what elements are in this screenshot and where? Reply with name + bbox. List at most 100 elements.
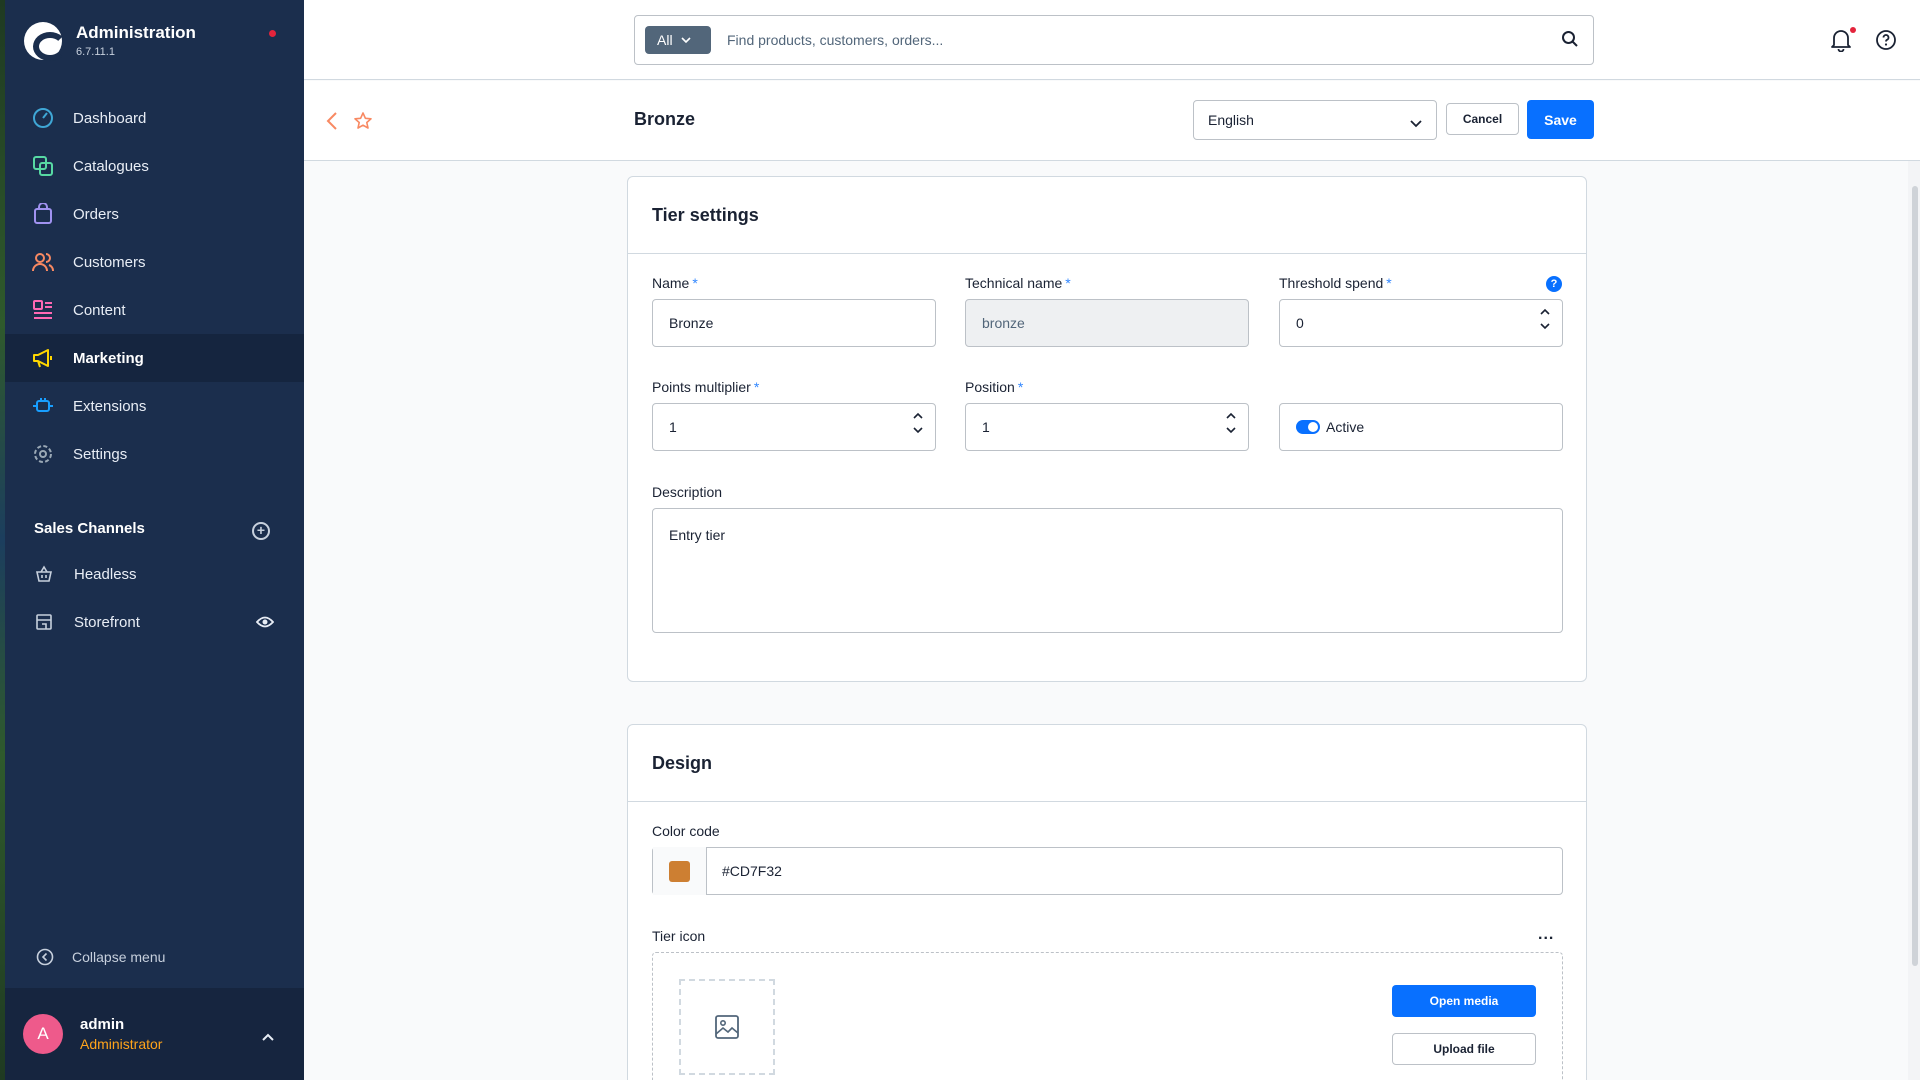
bell-icon[interactable] xyxy=(1830,28,1852,57)
save-button[interactable]: Save xyxy=(1527,100,1594,139)
chevron-down-icon xyxy=(680,37,691,43)
back-arrow-icon[interactable] xyxy=(326,112,338,135)
color-swatch xyxy=(669,860,690,882)
page-title: Bronze xyxy=(634,109,696,129)
technical-value: bronze xyxy=(982,315,1025,331)
technical-name-field[interactable]: bronze xyxy=(965,299,1249,347)
name-field[interactable]: Bronze xyxy=(652,299,936,347)
main-nav: Dashboard Catalogues Orders Customers Co… xyxy=(5,94,304,478)
number-stepper[interactable] xyxy=(1540,308,1550,330)
upload-file-button[interactable]: Upload file xyxy=(1392,1033,1536,1065)
scrollbar-thumb[interactable] xyxy=(1912,186,1918,966)
avatar: A xyxy=(23,1014,63,1054)
technical-label-text: Technical name xyxy=(965,275,1063,291)
chevron-down-icon[interactable] xyxy=(913,427,923,434)
help-icon[interactable] xyxy=(1875,29,1897,56)
sidebar-item-customers[interactable]: Customers xyxy=(5,238,304,286)
number-stepper[interactable] xyxy=(913,412,923,434)
description-value: Entry tier xyxy=(669,527,726,543)
color-picker-trigger[interactable] xyxy=(653,847,707,895)
sidebar-item-catalogues[interactable]: Catalogues xyxy=(5,142,304,190)
card-title: Design xyxy=(628,725,1586,802)
sidebar-item-label: Extensions xyxy=(73,397,147,415)
chevron-up-icon[interactable] xyxy=(262,1028,274,1046)
search-input[interactable]: Find products, customers, orders... xyxy=(727,32,1593,48)
sales-channel-headless[interactable]: Headless xyxy=(5,550,304,598)
tier-settings-card: Tier settings Name * Bronze Technical nam… xyxy=(627,176,1587,682)
chevron-down-icon[interactable] xyxy=(1226,427,1236,434)
language-value: English xyxy=(1208,112,1254,128)
favorite-star-icon[interactable] xyxy=(353,111,373,136)
eye-icon[interactable] xyxy=(255,615,275,633)
app-title: Administration xyxy=(76,23,196,42)
orders-icon xyxy=(32,203,54,225)
sales-channels-title: Sales Channels xyxy=(34,520,145,537)
sidebar-item-content[interactable]: Content xyxy=(5,286,304,334)
position-field[interactable]: 1 xyxy=(965,403,1249,451)
points-multiplier-field[interactable]: 1 xyxy=(652,403,936,451)
chevron-up-icon[interactable] xyxy=(1540,308,1550,315)
shopware-logo xyxy=(24,22,67,61)
sales-channel-storefront[interactable]: Storefront xyxy=(5,598,304,646)
notification-badge xyxy=(1850,27,1856,33)
media-upload-zone[interactable]: Open media Upload file xyxy=(652,952,1563,1080)
add-sales-channel-icon[interactable]: + xyxy=(252,522,270,540)
threshold-spend-field[interactable]: 0 xyxy=(1279,299,1563,347)
description-textarea[interactable]: Entry tier xyxy=(652,508,1563,633)
content-icon xyxy=(32,299,54,321)
position-value: 1 xyxy=(982,419,990,435)
brand[interactable]: Administration 6.7.11.1 xyxy=(24,22,196,61)
position-label: Position * xyxy=(965,379,1023,395)
required-mark: * xyxy=(692,275,698,291)
storefront-icon xyxy=(33,611,55,633)
collapse-label: Collapse menu xyxy=(72,949,166,965)
collapse-icon xyxy=(34,946,56,968)
search-icon[interactable] xyxy=(1561,30,1579,53)
cancel-button[interactable]: Cancel xyxy=(1446,103,1519,135)
chevron-up-icon[interactable] xyxy=(1226,412,1236,419)
open-media-button[interactable]: Open media xyxy=(1392,985,1536,1017)
card-title: Tier settings xyxy=(628,177,1586,254)
active-toggle[interactable] xyxy=(1296,420,1320,434)
threshold-value: 0 xyxy=(1296,315,1304,331)
name-label: Name * xyxy=(652,275,698,291)
basket-icon xyxy=(33,563,55,585)
sidebar-item-extensions[interactable]: Extensions xyxy=(5,382,304,430)
color-code-field[interactable]: #CD7F32 xyxy=(652,847,1563,895)
global-search[interactable]: All Find products, customers, orders... xyxy=(634,15,1594,65)
user-menu[interactable]: A admin Administrator xyxy=(5,988,304,1080)
required-mark: * xyxy=(753,379,760,395)
sidebar-item-label: Catalogues xyxy=(73,157,149,175)
sidebar-item-orders[interactable]: Orders xyxy=(5,190,304,238)
search-type-select[interactable]: All xyxy=(645,26,711,54)
marketing-icon xyxy=(32,347,54,369)
active-switch-field[interactable]: Active xyxy=(1279,403,1563,451)
sidebar-item-settings[interactable]: Settings xyxy=(5,430,304,478)
sidebar-item-dashboard[interactable]: Dashboard xyxy=(5,94,304,142)
topbar: All Find products, customers, orders... xyxy=(304,0,1920,80)
color-code-label: Color code xyxy=(652,823,720,839)
name-label-text: Name xyxy=(652,275,690,291)
user-role: Administrator xyxy=(80,1036,163,1052)
threshold-label-text: Threshold spend xyxy=(1279,275,1384,291)
threshold-spend-label: Threshold spend * xyxy=(1279,275,1392,291)
multiplier-value: 1 xyxy=(669,419,677,435)
notification-dot xyxy=(269,30,276,37)
sidebar-item-marketing[interactable]: Marketing xyxy=(5,334,304,382)
language-select[interactable]: English xyxy=(1193,100,1437,140)
collapse-menu-button[interactable]: Collapse menu xyxy=(34,946,165,968)
chevron-down-icon[interactable] xyxy=(1540,323,1550,330)
chevron-up-icon[interactable] xyxy=(913,412,923,419)
smart-bar: Bronze English Cancel Save xyxy=(304,81,1920,161)
technical-name-label: Technical name * xyxy=(965,275,1071,291)
number-stepper[interactable] xyxy=(1226,412,1236,434)
sidebar-item-label: Content xyxy=(73,301,126,319)
image-placeholder-icon xyxy=(715,1015,739,1039)
media-preview xyxy=(679,979,775,1075)
help-tooltip-icon[interactable]: ? xyxy=(1546,276,1562,292)
points-multiplier-label: Points multiplier * xyxy=(652,379,759,395)
more-options-icon[interactable]: ... xyxy=(1538,926,1554,944)
settings-icon xyxy=(32,443,54,465)
catalogue-icon xyxy=(32,155,54,177)
sidebar: Administration 6.7.11.1 Dashboard Catalo… xyxy=(0,0,304,1080)
